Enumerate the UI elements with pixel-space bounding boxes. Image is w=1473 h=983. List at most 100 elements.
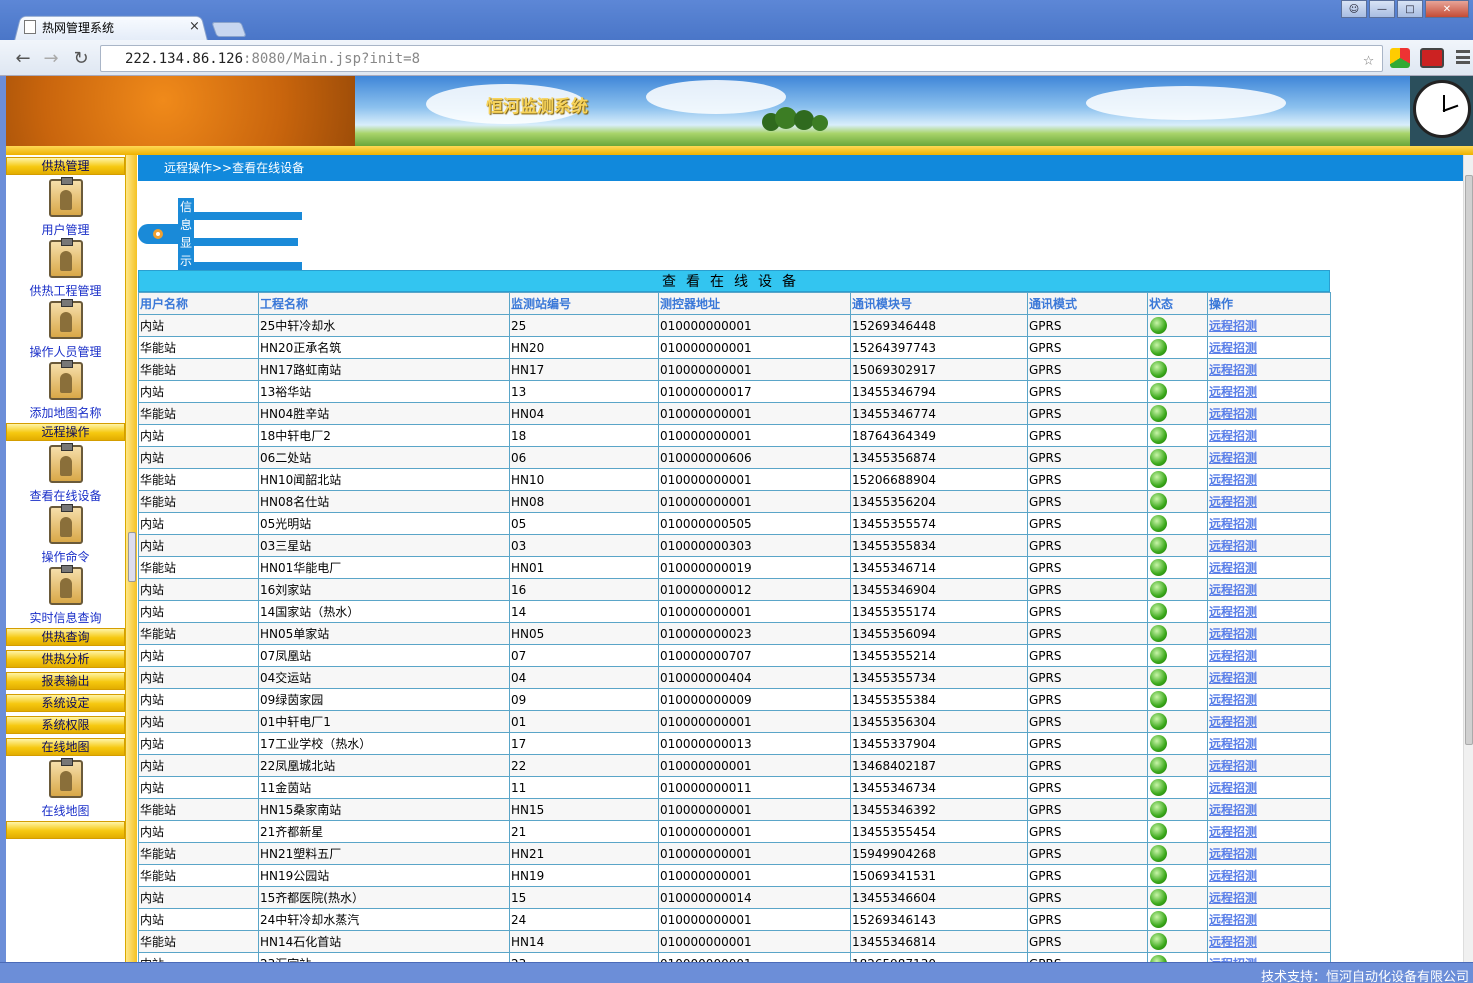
remote-poll-link[interactable]: 远程招测 (1209, 715, 1257, 729)
new-tab-button[interactable] (211, 22, 247, 37)
sidebar-collapse-handle[interactable] (128, 532, 136, 582)
sidebar-item-online-map[interactable]: 在线地图 (6, 758, 125, 819)
table-cell: 010000000001 (658, 710, 851, 733)
remote-poll-link[interactable]: 远程招测 (1209, 671, 1257, 685)
online-status-icon (1150, 867, 1167, 884)
status-cell (1147, 622, 1208, 645)
sidebar-section-heating-analysis[interactable]: 供热分析 (6, 650, 125, 668)
remote-poll-link[interactable]: 远程招测 (1209, 583, 1257, 597)
table-cell: 010000000011 (658, 776, 851, 799)
remote-poll-link[interactable]: 远程招测 (1209, 693, 1257, 707)
sidebar-item-heating-project-management[interactable]: 供热工程管理 (6, 238, 125, 299)
table-row: 内站 24中轩冷却水蒸汽 24 010000000001 15269346143 GPRS… (138, 908, 1331, 931)
clipboard-icon (48, 504, 83, 544)
table-cell: 18265987130 (850, 952, 1028, 962)
info-char: 显 (179, 236, 192, 250)
remote-poll-link[interactable]: 远程招测 (1209, 319, 1257, 333)
remote-poll-link[interactable]: 远程招测 (1209, 363, 1257, 377)
sidebar-item-add-map-name[interactable]: 添加地图名称 (6, 360, 125, 421)
remote-poll-link[interactable]: 远程招测 (1209, 935, 1257, 949)
table-cell: 15 (509, 886, 659, 909)
online-status-icon (1150, 603, 1167, 620)
table-cell: GPRS (1027, 358, 1148, 381)
sidebar-section-online-map[interactable]: 在线地图 (6, 738, 125, 756)
remote-poll-link[interactable]: 远程招测 (1209, 385, 1257, 399)
remote-poll-link[interactable]: 远程招测 (1209, 847, 1257, 861)
remote-poll-link[interactable]: 远程招测 (1209, 341, 1257, 355)
sidebar-section-report-output[interactable]: 报表输出 (6, 672, 125, 690)
sidebar-section-system-permissions[interactable]: 系统权限 (6, 716, 125, 734)
remote-poll-link[interactable]: 远程招测 (1209, 913, 1257, 927)
clipboard-icon (48, 565, 83, 605)
table-cell: 07 (509, 644, 659, 667)
remote-poll-link[interactable]: 远程招测 (1209, 451, 1257, 465)
table-cell: 21齐都新星 (258, 820, 510, 843)
remote-poll-link[interactable]: 远程招测 (1209, 627, 1257, 641)
sidebar-section-system-settings[interactable]: 系统设定 (6, 694, 125, 712)
online-status-icon (1150, 691, 1167, 708)
remote-poll-link[interactable]: 远程招测 (1209, 495, 1257, 509)
sidebar-item-realtime-query[interactable]: 实时信息查询 (6, 565, 125, 626)
remote-poll-link[interactable]: 远程招测 (1209, 605, 1257, 619)
tab-close-icon[interactable]: × (189, 19, 200, 34)
table-cell: 13455337904 (850, 732, 1028, 755)
remote-poll-link[interactable]: 远程招测 (1209, 803, 1257, 817)
remote-poll-link[interactable]: 远程招测 (1209, 539, 1257, 553)
maximize-icon[interactable]: □ (1397, 0, 1423, 18)
remote-poll-link[interactable]: 远程招测 (1209, 561, 1257, 575)
bookmark-star-icon[interactable]: ☆ (1363, 49, 1374, 70)
table-cell: 18中轩电厂2 (258, 424, 510, 447)
sidebar-section-heating-query[interactable]: 供热查询 (6, 628, 125, 646)
remote-poll-link[interactable]: 远程招测 (1209, 407, 1257, 421)
status-cell (1147, 886, 1208, 909)
counter-extension-icon[interactable] (1420, 48, 1444, 68)
table-cell: 13 (509, 380, 659, 403)
sidebar-item-operation-command[interactable]: 操作命令 (6, 504, 125, 565)
forward-icon[interactable]: → (40, 48, 62, 69)
table-cell: GPRS (1027, 930, 1148, 953)
remote-poll-link[interactable]: 远程招测 (1209, 869, 1257, 883)
sidebar-item-operator-management[interactable]: 操作人员管理 (6, 299, 125, 360)
table-cell: 华能站 (138, 842, 259, 865)
extension-icon[interactable] (1390, 48, 1410, 68)
sidebar-section-heating-management[interactable]: 供热管理 (6, 157, 125, 175)
online-status-icon (1150, 889, 1167, 906)
vertical-scrollbar[interactable] (1463, 155, 1473, 962)
status-cell (1147, 842, 1208, 865)
scrollbar-thumb[interactable] (1465, 175, 1473, 745)
table-cell: HN21塑料五厂 (258, 842, 510, 865)
back-icon[interactable]: ← (12, 48, 34, 69)
remote-poll-link[interactable]: 远程招测 (1209, 517, 1257, 531)
table-cell: HN14石化首站 (258, 930, 510, 953)
table-cell: HN21 (509, 842, 659, 865)
remote-poll-link[interactable]: 远程招测 (1209, 737, 1257, 751)
address-bar[interactable]: 222.134.86.126:8080/Main.jsp?init=8 ☆ (100, 45, 1383, 72)
remote-poll-link[interactable]: 远程招测 (1209, 759, 1257, 773)
browser-tab-content[interactable]: 热网管理系统 (24, 17, 204, 37)
action-cell: 远程招测 (1207, 732, 1331, 755)
remote-poll-link[interactable]: 远程招测 (1209, 891, 1257, 905)
banner-left-graphic (6, 76, 355, 146)
table-cell: HN04胜辛站 (258, 402, 510, 425)
table-cell: GPRS (1027, 336, 1148, 359)
action-cell: 远程招测 (1207, 358, 1331, 381)
table-cell: HN04 (509, 402, 659, 425)
reload-icon[interactable]: ↻ (70, 48, 92, 69)
remote-poll-link[interactable]: 远程招测 (1209, 781, 1257, 795)
minimize-icon[interactable]: — (1369, 0, 1395, 18)
menu-icon[interactable] (1456, 50, 1470, 64)
user-icon[interactable]: ☺ (1341, 0, 1367, 18)
table-cell: 11金茵站 (258, 776, 510, 799)
banner: 恒河监测系统 (6, 76, 1473, 146)
sidebar-item-user-management[interactable]: 用户管理 (6, 177, 125, 238)
sidebar-item-view-online-devices[interactable]: 查看在线设备 (6, 443, 125, 504)
table-cell: 13455355174 (850, 600, 1028, 623)
sidebar-section-remote-operation[interactable]: 远程操作 (6, 423, 125, 441)
remote-poll-link[interactable]: 远程招测 (1209, 429, 1257, 443)
table-cell: 13455356204 (850, 490, 1028, 513)
remote-poll-link[interactable]: 远程招测 (1209, 473, 1257, 487)
close-icon[interactable]: ✕ (1425, 0, 1469, 18)
table-cell: 010000000001 (658, 468, 851, 491)
remote-poll-link[interactable]: 远程招测 (1209, 825, 1257, 839)
remote-poll-link[interactable]: 远程招测 (1209, 649, 1257, 663)
